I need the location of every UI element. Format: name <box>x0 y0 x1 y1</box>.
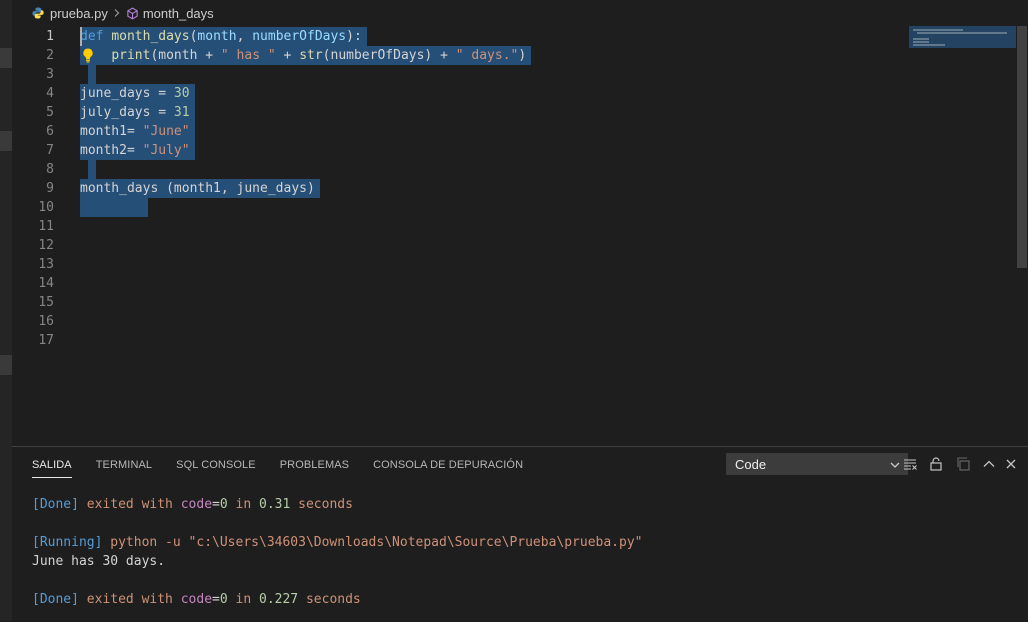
line-number: 9 <box>46 181 54 196</box>
breadcrumb-file[interactable]: prueba.py <box>50 6 108 21</box>
clear-output-icon[interactable] <box>902 456 918 472</box>
code-line[interactable]: 7 month2= "July" <box>12 141 1016 160</box>
output-line: June has 30 days. <box>32 554 166 569</box>
output-channel-value: Code <box>735 457 767 472</box>
line-number: 5 <box>46 105 54 120</box>
line-number: 15 <box>38 295 54 310</box>
tab-consola-depuracion[interactable]: CONSOLA DE DEPURACIÓN <box>373 447 523 483</box>
symbol-method-icon <box>127 6 138 20</box>
code-line[interactable]: 5 july_days = 31 <box>12 103 1016 122</box>
minimap[interactable] <box>909 26 1016 48</box>
tab-salida[interactable]: SALIDA <box>32 447 72 483</box>
lightbulb-icon[interactable] <box>80 47 96 64</box>
code-line[interactable]: 1 def month_days(month, numberOfDays): <box>12 27 1016 46</box>
code-line[interactable]: 9 month_days (month1, june_days) <box>12 179 1016 198</box>
code-line[interactable]: 3 <box>12 65 1016 84</box>
code-text <box>80 198 148 217</box>
code-text: def month_days(month, numberOfDays): <box>80 27 367 46</box>
tab-terminal[interactable]: TERMINAL <box>96 447 152 483</box>
activity-bar <box>0 0 12 621</box>
code-text: print(month + " has " + str(numberOfDays… <box>80 46 532 65</box>
code-text: month_days (month1, june_days) <box>80 179 320 198</box>
output-line: [Done] exited with code=0 in 0.227 secon… <box>32 592 361 607</box>
code-line[interactable]: 11 <box>12 217 1016 236</box>
code-text: june_days = 30 <box>80 84 195 103</box>
maximize-panel-icon[interactable] <box>981 456 997 472</box>
tab-problemas[interactable]: PROBLEMAS <box>280 447 349 483</box>
code-line[interactable]: 13 <box>12 255 1016 274</box>
activity-bar-item[interactable] <box>0 355 12 375</box>
code-editor[interactable]: 1 def month_days(month, numberOfDays): 2 p… <box>12 26 1016 446</box>
close-panel-icon[interactable] <box>1003 456 1019 472</box>
code-line[interactable]: 8 <box>12 160 1016 179</box>
line-number: 8 <box>46 162 54 177</box>
editor-scrollbar[interactable] <box>1016 26 1028 446</box>
code-line[interactable]: 6 month1= "June" <box>12 122 1016 141</box>
code-line[interactable]: 17 <box>12 331 1016 350</box>
code-text <box>88 160 96 179</box>
line-number: 13 <box>38 257 54 272</box>
line-number: 14 <box>38 276 54 291</box>
tab-sql-console[interactable]: SQL CONSOLE <box>176 447 256 483</box>
code-line[interactable]: 2 print(month + " has " + str(numberOfDa… <box>12 46 1016 65</box>
code-line[interactable]: 4 june_days = 30 <box>12 84 1016 103</box>
breadcrumb: prueba.py month_days <box>12 0 1028 26</box>
line-number: 7 <box>46 143 54 158</box>
activity-bar-item[interactable] <box>0 48 12 68</box>
code-line[interactable]: 14 <box>12 274 1016 293</box>
line-number: 12 <box>38 238 54 253</box>
copy-icon[interactable] <box>955 456 971 472</box>
code-text <box>88 65 96 84</box>
text-cursor <box>80 27 82 46</box>
output-channel-select[interactable]: Code <box>726 453 908 475</box>
breadcrumb-symbol[interactable]: month_days <box>143 6 214 21</box>
line-number: 6 <box>46 124 54 139</box>
code-line[interactable]: 15 <box>12 293 1016 312</box>
code-text: month2= "July" <box>80 141 195 160</box>
python-file-icon <box>32 7 44 19</box>
line-number: 11 <box>38 219 54 234</box>
panel-tabs: SALIDA TERMINAL SQL CONSOLE PROBLEMAS CO… <box>12 447 523 483</box>
output-line: [Running] python -u "c:\Users\34603\Down… <box>32 535 643 550</box>
output-line: [Done] exited with code=0 in 0.31 second… <box>32 497 353 512</box>
code-line[interactable]: 16 <box>12 312 1016 331</box>
line-number: 16 <box>38 314 54 329</box>
chevron-down-icon <box>890 462 900 468</box>
line-number: 4 <box>46 86 54 101</box>
code-text: month1= "June" <box>80 122 195 141</box>
chevron-right-icon <box>114 9 120 17</box>
code-text: july_days = 31 <box>80 103 195 122</box>
code-line[interactable]: 10 <box>12 198 1016 217</box>
activity-bar-item[interactable] <box>0 131 12 151</box>
code-line[interactable]: 12 <box>12 236 1016 255</box>
lock-icon[interactable] <box>928 456 944 472</box>
line-number: 1 <box>46 29 54 44</box>
output-panel: SALIDA TERMINAL SQL CONSOLE PROBLEMAS CO… <box>12 446 1028 622</box>
output-log: [Done] exited with code=0 in 0.31 second… <box>32 495 643 609</box>
line-number: 17 <box>38 333 54 348</box>
scrollbar-thumb[interactable] <box>1017 26 1027 268</box>
line-number: 10 <box>38 200 54 215</box>
line-number: 3 <box>46 67 54 82</box>
line-number: 2 <box>46 48 54 63</box>
